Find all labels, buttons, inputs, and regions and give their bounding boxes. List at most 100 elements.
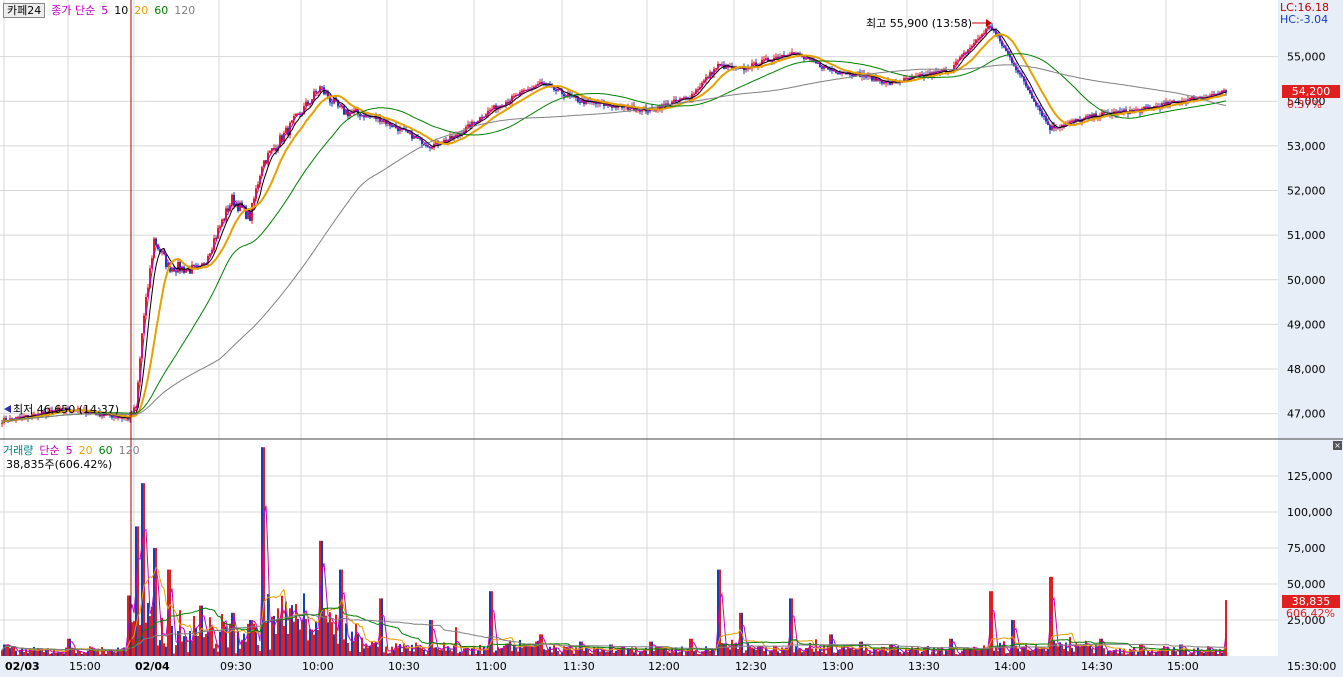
volume-bar (589, 652, 591, 656)
candle-body (865, 76, 867, 78)
volume-bar (49, 653, 51, 656)
volume-bar (773, 646, 775, 656)
volume-bar (305, 618, 307, 656)
volume-bar (877, 651, 879, 656)
volume-bar (495, 650, 497, 656)
candle-body (753, 62, 755, 64)
volume-bar (753, 648, 755, 656)
volume-bar (1051, 576, 1053, 656)
volume-bar (189, 631, 191, 656)
volume-bar (525, 646, 527, 656)
volume-bar (19, 649, 21, 656)
volume-bar (63, 653, 65, 656)
volume-bar (791, 598, 793, 656)
vol-ma-20-label: 20 (78, 443, 93, 457)
volume-current-info: 38,835주(606.42%) (6, 458, 113, 471)
y-tick-label: 55,000 (1287, 51, 1326, 64)
volume-bar (527, 646, 529, 656)
x-tick-label: 14:00 (994, 660, 1026, 673)
volume-bar (673, 652, 675, 656)
volume-bar (353, 641, 355, 656)
volume-bar (1073, 651, 1075, 656)
volume-bar (615, 650, 617, 656)
y-tick-label: 50,000 (1287, 274, 1326, 287)
volume-bar (983, 645, 985, 656)
volume-bar (1079, 646, 1081, 656)
volume-bar (347, 642, 349, 656)
volume-bar (521, 647, 523, 656)
volume-bar (847, 647, 849, 656)
volume-bar (825, 653, 827, 656)
current-price-tag: 54,200 (1282, 85, 1340, 98)
volume-bar (671, 649, 673, 656)
volume-bar (459, 651, 461, 656)
volume-bar (137, 526, 139, 656)
volume-bar (183, 636, 185, 656)
volume-bar (735, 644, 737, 656)
volume-bar (1177, 654, 1179, 656)
volume-bar (331, 622, 333, 656)
volume-bar (727, 646, 729, 656)
volume-bar (731, 639, 733, 656)
volume-bar (1041, 648, 1043, 656)
x-tick-label: 11:30 (563, 660, 595, 673)
volume-bar (335, 614, 337, 656)
volume-bar (117, 647, 119, 656)
volume-bar (1089, 645, 1091, 656)
hc-label: HC:-3.04 (1280, 13, 1329, 26)
volume-bar (607, 651, 609, 656)
volume-bar (115, 652, 117, 656)
volume-bar (1121, 653, 1123, 656)
volume-bar (385, 646, 387, 656)
volume-bar (275, 633, 277, 656)
close-icon[interactable]: × (1333, 441, 1342, 450)
volume-bar (43, 652, 45, 656)
volume-bar (1061, 644, 1063, 656)
volume-bar (475, 653, 477, 656)
volume-bar (667, 651, 669, 656)
x-tick-label: 10:30 (388, 660, 420, 673)
candle-body (175, 271, 177, 273)
volume-bar (845, 649, 847, 656)
volume-bar (663, 649, 665, 656)
volume-bar (1135, 654, 1137, 656)
volume-bar (149, 615, 151, 656)
x-tick-label: 02/03 (5, 660, 40, 673)
symbol-tag[interactable]: 카페24 (3, 2, 46, 18)
volume-bar (805, 648, 807, 656)
volume-bar (349, 651, 351, 656)
volume-bar (191, 641, 193, 656)
volume-bar (243, 633, 245, 656)
volume-bar (493, 652, 495, 656)
x-tick-label: 10:00 (302, 660, 334, 673)
volume-bar (935, 653, 937, 656)
volume-bar (907, 651, 909, 656)
x-tick-label: 15:00 (1167, 660, 1199, 673)
candle-body (285, 127, 287, 133)
volume-bar (573, 653, 575, 656)
volume-bar (481, 654, 483, 656)
volume-bar (859, 641, 861, 656)
stock-chart[interactable]: 02/03 15:00 02/04 09:30 10:00 10:30 11:00 11:30… (0, 0, 1343, 677)
volume-bar (693, 651, 695, 656)
volume-bar (283, 626, 285, 656)
volume-bar (677, 652, 679, 656)
volume-bar (861, 641, 863, 656)
volume-bar (369, 645, 371, 656)
volume-bar (1057, 646, 1059, 656)
volume-bar (357, 634, 359, 656)
volume-bar (1019, 651, 1021, 656)
volume-bar (277, 608, 279, 656)
volume-bar (165, 646, 167, 656)
x-tick-label: 12:00 (648, 660, 680, 673)
volume-bar (215, 643, 217, 656)
candle-body (473, 121, 475, 123)
volume-bar (265, 622, 267, 656)
volume-bar (269, 649, 271, 656)
volume-bar (743, 652, 745, 656)
volume-bar (733, 644, 735, 656)
candle-body (339, 105, 341, 107)
y-tick-label: 47,000 (1287, 408, 1326, 421)
volume-bar (545, 650, 547, 656)
volume-bar (901, 653, 903, 656)
